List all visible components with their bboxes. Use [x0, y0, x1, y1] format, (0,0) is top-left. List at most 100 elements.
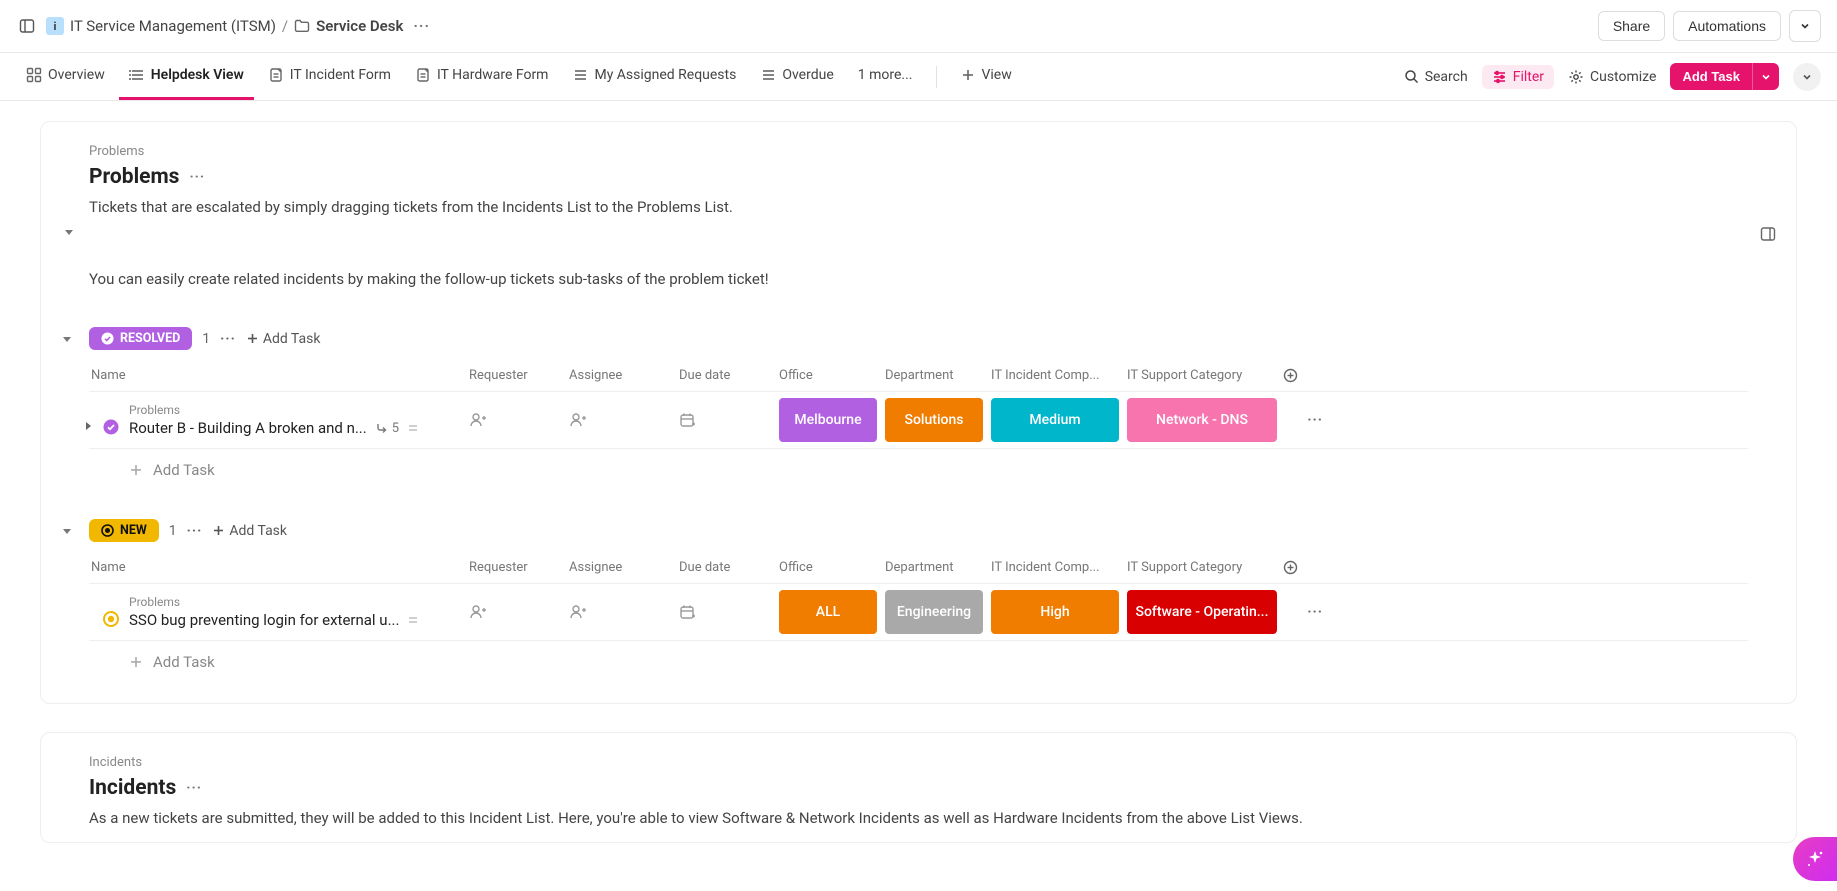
group-new-caret[interactable] [61, 525, 73, 537]
share-button[interactable]: Share [1598, 11, 1665, 41]
side-panel-icon[interactable] [1760, 226, 1776, 242]
subtask-count[interactable]: 5 [375, 421, 399, 436]
table-row[interactable]: Problems SSO bug preventing login for ex… [89, 584, 1748, 641]
tag-department: Engineering [885, 590, 983, 634]
tab-view-label: View [981, 67, 1011, 83]
add-task-row[interactable]: Add Task [89, 449, 1748, 483]
workspace-icon: i [46, 17, 64, 35]
cell-requester[interactable] [469, 411, 569, 429]
filter-tool[interactable]: Filter [1482, 65, 1554, 89]
search-tool[interactable]: Search [1404, 69, 1468, 85]
cell-office[interactable]: ALL [779, 590, 885, 634]
cell-assignee[interactable] [569, 603, 679, 621]
cell-assignee[interactable] [569, 411, 679, 429]
row-status-dot-new[interactable] [103, 611, 119, 627]
col-complexity[interactable]: IT Incident Comp... [991, 560, 1127, 575]
col-category[interactable]: IT Support Category [1127, 368, 1283, 383]
add-assignee-icon [569, 411, 679, 429]
col-category[interactable]: IT Support Category [1127, 560, 1283, 575]
ai-fab-button[interactable] [1793, 837, 1837, 881]
add-task-split-button: Add Task [1670, 63, 1779, 90]
tab-more[interactable]: 1 more... [848, 53, 923, 100]
plus-icon [129, 655, 143, 669]
col-due-date[interactable]: Due date [679, 368, 779, 383]
tab-assigned-requests[interactable]: My Assigned Requests [562, 53, 746, 100]
group-new-head: NEW 1 ··· Add Task [89, 519, 1748, 542]
drag-handle-icon[interactable] [407, 614, 419, 626]
col-requester[interactable]: Requester [469, 368, 569, 383]
tag-complexity: Medium [991, 398, 1119, 442]
add-task-button[interactable]: Add Task [1670, 63, 1752, 90]
col-department[interactable]: Department [885, 560, 991, 575]
add-assignee-icon [569, 603, 679, 621]
row-more-icon[interactable]: ··· [1283, 412, 1323, 428]
folder-icon [294, 19, 310, 33]
cell-department[interactable]: Solutions [885, 398, 991, 442]
add-task-row[interactable]: Add Task [89, 641, 1748, 675]
add-task-dropdown[interactable] [1752, 63, 1779, 90]
tab-add-view[interactable]: View [951, 53, 1021, 100]
group-new-add[interactable]: Add Task [212, 523, 287, 539]
cell-category[interactable]: Software - Operatin... [1127, 590, 1283, 634]
drag-handle-icon[interactable] [407, 422, 419, 434]
problems-title-more-icon[interactable]: ··· [189, 169, 205, 185]
breadcrumb-folder[interactable]: Service Desk [316, 17, 403, 35]
col-assignee[interactable]: Assignee [569, 560, 679, 575]
cell-office[interactable]: Melbourne [779, 398, 885, 442]
row-status-dot-resolved[interactable] [103, 419, 119, 435]
row-more-icon[interactable]: ··· [1283, 604, 1323, 620]
tab-overdue[interactable]: Overdue [750, 53, 843, 100]
cell-due-date[interactable] [679, 412, 779, 429]
problems-title: Problems [89, 165, 179, 189]
row-title[interactable]: Router B - Building A broken and n... [129, 419, 367, 437]
tag-department: Solutions [885, 398, 983, 442]
cell-requester[interactable] [469, 603, 569, 621]
col-name[interactable]: Name [89, 560, 469, 575]
col-office[interactable]: Office [779, 368, 885, 383]
group-resolved-caret[interactable] [61, 333, 73, 345]
col-complexity[interactable]: IT Incident Comp... [991, 368, 1127, 383]
customize-tool[interactable]: Customize [1568, 69, 1656, 85]
col-requester[interactable]: Requester [469, 560, 569, 575]
tab-overview[interactable]: Overview [16, 53, 115, 100]
cell-complexity[interactable]: Medium [991, 398, 1127, 442]
col-due-date[interactable]: Due date [679, 560, 779, 575]
tab-helpdesk-label: Helpdesk View [151, 67, 244, 83]
cell-department[interactable]: Engineering [885, 590, 991, 634]
row-expand-caret[interactable] [83, 421, 93, 431]
breadcrumb-more-icon[interactable]: ··· [413, 17, 430, 35]
col-name[interactable]: Name [89, 368, 469, 383]
tab-hardware-form[interactable]: IT Hardware Form [405, 53, 559, 100]
automations-button[interactable]: Automations [1673, 11, 1781, 41]
cell-complexity[interactable]: High [991, 590, 1127, 634]
col-add-column[interactable] [1283, 368, 1323, 383]
col-department[interactable]: Department [885, 368, 991, 383]
tab-divider [936, 66, 937, 88]
view-more-icon[interactable] [1793, 63, 1821, 91]
breadcrumb-separator: / [282, 17, 288, 35]
incidents-title: Incidents [89, 776, 176, 800]
tab-helpdesk-view[interactable]: Helpdesk View [119, 53, 254, 100]
cell-due-date[interactable] [679, 604, 779, 621]
col-add-column[interactable] [1283, 560, 1323, 575]
cell-category[interactable]: Network - DNS [1127, 398, 1283, 442]
sidebar-toggle-icon[interactable] [16, 15, 38, 37]
tab-incident-form-label: IT Incident Form [290, 67, 391, 83]
tab-incident-form[interactable]: IT Incident Form [258, 53, 401, 100]
card-collapse-caret[interactable] [63, 226, 75, 238]
col-office[interactable]: Office [779, 560, 885, 575]
table-row[interactable]: Problems Router B - Building A broken an… [89, 392, 1748, 449]
incidents-card: Incidents Incidents ··· As a new tickets… [40, 732, 1797, 843]
group-new-more-icon[interactable]: ··· [187, 523, 203, 539]
tab-overview-label: Overview [48, 67, 105, 83]
automations-chevron[interactable] [1789, 10, 1821, 42]
group-resolved-more-icon[interactable]: ··· [220, 331, 236, 347]
row-title[interactable]: SSO bug preventing login for external u.… [129, 611, 399, 629]
incidents-title-more-icon[interactable]: ··· [186, 780, 202, 796]
group-resolved-add[interactable]: Add Task [246, 331, 321, 347]
plus-icon [129, 463, 143, 477]
col-assignee[interactable]: Assignee [569, 368, 679, 383]
breadcrumb-workspace[interactable]: IT Service Management (ITSM) [70, 17, 276, 35]
status-pill-resolved[interactable]: RESOLVED [89, 327, 192, 350]
status-pill-new[interactable]: NEW [89, 519, 159, 542]
